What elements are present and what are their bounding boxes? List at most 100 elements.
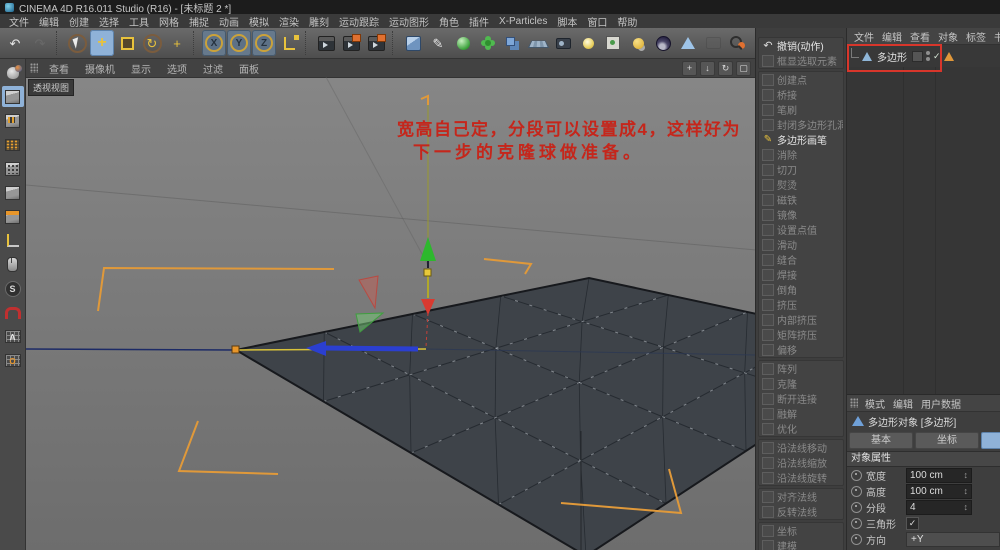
live-selection-icon[interactable] (65, 30, 89, 56)
viewport-label[interactable]: 透视视图 (28, 79, 74, 96)
menu-item[interactable]: 运动跟踪 (334, 14, 384, 29)
planar-workplane-icon[interactable]: O (2, 350, 24, 371)
lock-y-axis-icon[interactable]: Y (227, 30, 251, 56)
object-tree[interactable] (847, 67, 1000, 394)
menu-item[interactable]: 渲染 (274, 14, 304, 29)
field-value[interactable]: 4↕ (906, 500, 972, 515)
add-generator-icon[interactable] (451, 30, 475, 56)
menu-item[interactable]: 脚本 (552, 14, 582, 29)
command-item[interactable]: 沿法线旋转 (759, 470, 843, 485)
viewport-menu-item[interactable]: 过滤 (195, 61, 231, 76)
command-item[interactable]: 阵列 (759, 361, 843, 376)
move-tool-icon[interactable]: + (90, 30, 114, 56)
workplane-mode-icon[interactable] (2, 230, 24, 251)
command-item[interactable]: 设置点值 (759, 222, 843, 237)
undo-icon[interactable]: ↶ (3, 30, 27, 56)
pan-icon[interactable]: + (682, 61, 697, 76)
menu-item[interactable]: 角色 (434, 14, 464, 29)
command-item[interactable]: 沿法线移动 (759, 440, 843, 455)
make-editable-icon[interactable] (2, 62, 24, 83)
command-item[interactable]: 封闭多边形孔洞 (759, 117, 843, 132)
command-item[interactable]: 偏移 (759, 342, 843, 357)
command-item[interactable]: 倒角 (759, 282, 843, 297)
command-item[interactable]: 框显选取元素 (759, 53, 843, 68)
command-item[interactable]: ↶撤销(动作) (759, 38, 843, 53)
plane-mesh[interactable] (236, 278, 755, 550)
lock-z-axis-icon[interactable]: Z (252, 30, 276, 56)
menu-item[interactable]: 选择 (94, 14, 124, 29)
command-item[interactable]: 沿法线缩放 (759, 455, 843, 470)
add-spline-pen-icon[interactable]: ✎ (426, 30, 450, 56)
coordinates-manager-icon[interactable] (626, 30, 650, 56)
command-item[interactable]: 消除 (759, 147, 843, 162)
workplane-lock-icon[interactable]: A (2, 326, 24, 347)
command-item[interactable]: 克隆 (759, 376, 843, 391)
object-manager-menu-item[interactable]: 查看 (906, 29, 934, 44)
keyframe-toggle-icon[interactable] (851, 486, 862, 497)
dropdown[interactable]: +Y (906, 532, 1000, 547)
add-light-icon[interactable] (576, 30, 600, 56)
command-item[interactable]: 对齐法线 (759, 489, 843, 504)
viewport-menu-item[interactable]: 面板 (231, 61, 267, 76)
add-deformer-icon[interactable] (501, 30, 525, 56)
menu-item[interactable]: 文件 (4, 14, 34, 29)
viewport-menu-item[interactable]: 查看 (41, 61, 77, 76)
menu-item[interactable]: 动画 (214, 14, 244, 29)
attribute-tab[interactable]: 对象 (981, 432, 1000, 449)
scene-canvas[interactable] (26, 77, 755, 550)
menu-item[interactable]: X-Particles (494, 16, 552, 27)
stepper-icon[interactable]: ↕ (964, 470, 969, 480)
polygon-modeling-icon[interactable] (676, 30, 700, 56)
attribute-tab[interactable]: 坐标 (915, 432, 979, 449)
viewport-menu-item[interactable]: 选项 (159, 61, 195, 76)
command-item[interactable]: 优化 (759, 421, 843, 436)
keyframe-toggle-icon[interactable] (851, 502, 862, 513)
keyframe-toggle-icon[interactable] (851, 470, 862, 481)
command-item[interactable]: 挤压 (759, 297, 843, 312)
grip-icon[interactable] (850, 398, 858, 408)
object-manager-menu-item[interactable]: 书签 (990, 29, 1000, 44)
scale-tool-icon[interactable] (115, 30, 139, 56)
field-value[interactable]: 100 cm↕ (906, 484, 972, 499)
texture-mode-icon[interactable] (2, 110, 24, 131)
command-item[interactable]: ✎多边形画笔 (759, 132, 843, 147)
lock-x-axis-icon[interactable]: X (202, 30, 226, 56)
command-item[interactable]: 断开连接 (759, 391, 843, 406)
attribute-menu-item[interactable]: 模式 (861, 396, 889, 411)
add-mograph-icon[interactable] (476, 30, 500, 56)
redo-icon[interactable]: ↷ (28, 30, 52, 56)
object-manager-menu-item[interactable]: 编辑 (878, 29, 906, 44)
stepper-icon[interactable]: ↕ (964, 486, 969, 496)
menu-item[interactable]: 模拟 (244, 14, 274, 29)
command-item[interactable]: 滑动 (759, 237, 843, 252)
render-settings-icon[interactable] (339, 30, 363, 56)
object-manager-menu-item[interactable]: 对象 (934, 29, 962, 44)
menu-item[interactable]: 雕刻 (304, 14, 334, 29)
field-value[interactable]: 100 cm↕ (906, 468, 972, 483)
command-item[interactable]: 建模 (759, 538, 843, 550)
viewport-solo-icon[interactable] (2, 254, 24, 275)
object-manager-menu-item[interactable]: 文件 (850, 29, 878, 44)
command-item[interactable]: 内部挤压 (759, 312, 843, 327)
command-item[interactable]: 反转法线 (759, 504, 843, 519)
menu-item[interactable]: 插件 (464, 14, 494, 29)
dolly-icon[interactable]: ↓ (700, 61, 715, 76)
command-item[interactable]: 坐标 (759, 523, 843, 538)
keyframe-toggle-icon[interactable] (851, 518, 862, 529)
menu-item[interactable]: 捕捉 (184, 14, 214, 29)
command-item[interactable]: 镜像 (759, 207, 843, 222)
menu-item[interactable]: 工具 (124, 14, 154, 29)
object-manager-menu-item[interactable]: 标签 (962, 29, 990, 44)
orbit-icon[interactable]: ↻ (718, 61, 733, 76)
menu-item[interactable]: 网格 (154, 14, 184, 29)
points-mode-icon[interactable] (2, 134, 24, 155)
menu-item[interactable]: 窗口 (582, 14, 612, 29)
menu-item[interactable]: 帮助 (612, 14, 642, 29)
last-tool-icon[interactable]: + (165, 30, 189, 56)
grip-icon[interactable] (30, 63, 38, 73)
command-item[interactable]: 缝合 (759, 252, 843, 267)
menu-item[interactable]: 创建 (64, 14, 94, 29)
command-item[interactable]: 切刀 (759, 162, 843, 177)
enable-axis-icon[interactable] (2, 206, 24, 227)
viewport-menu-item[interactable]: 显示 (123, 61, 159, 76)
